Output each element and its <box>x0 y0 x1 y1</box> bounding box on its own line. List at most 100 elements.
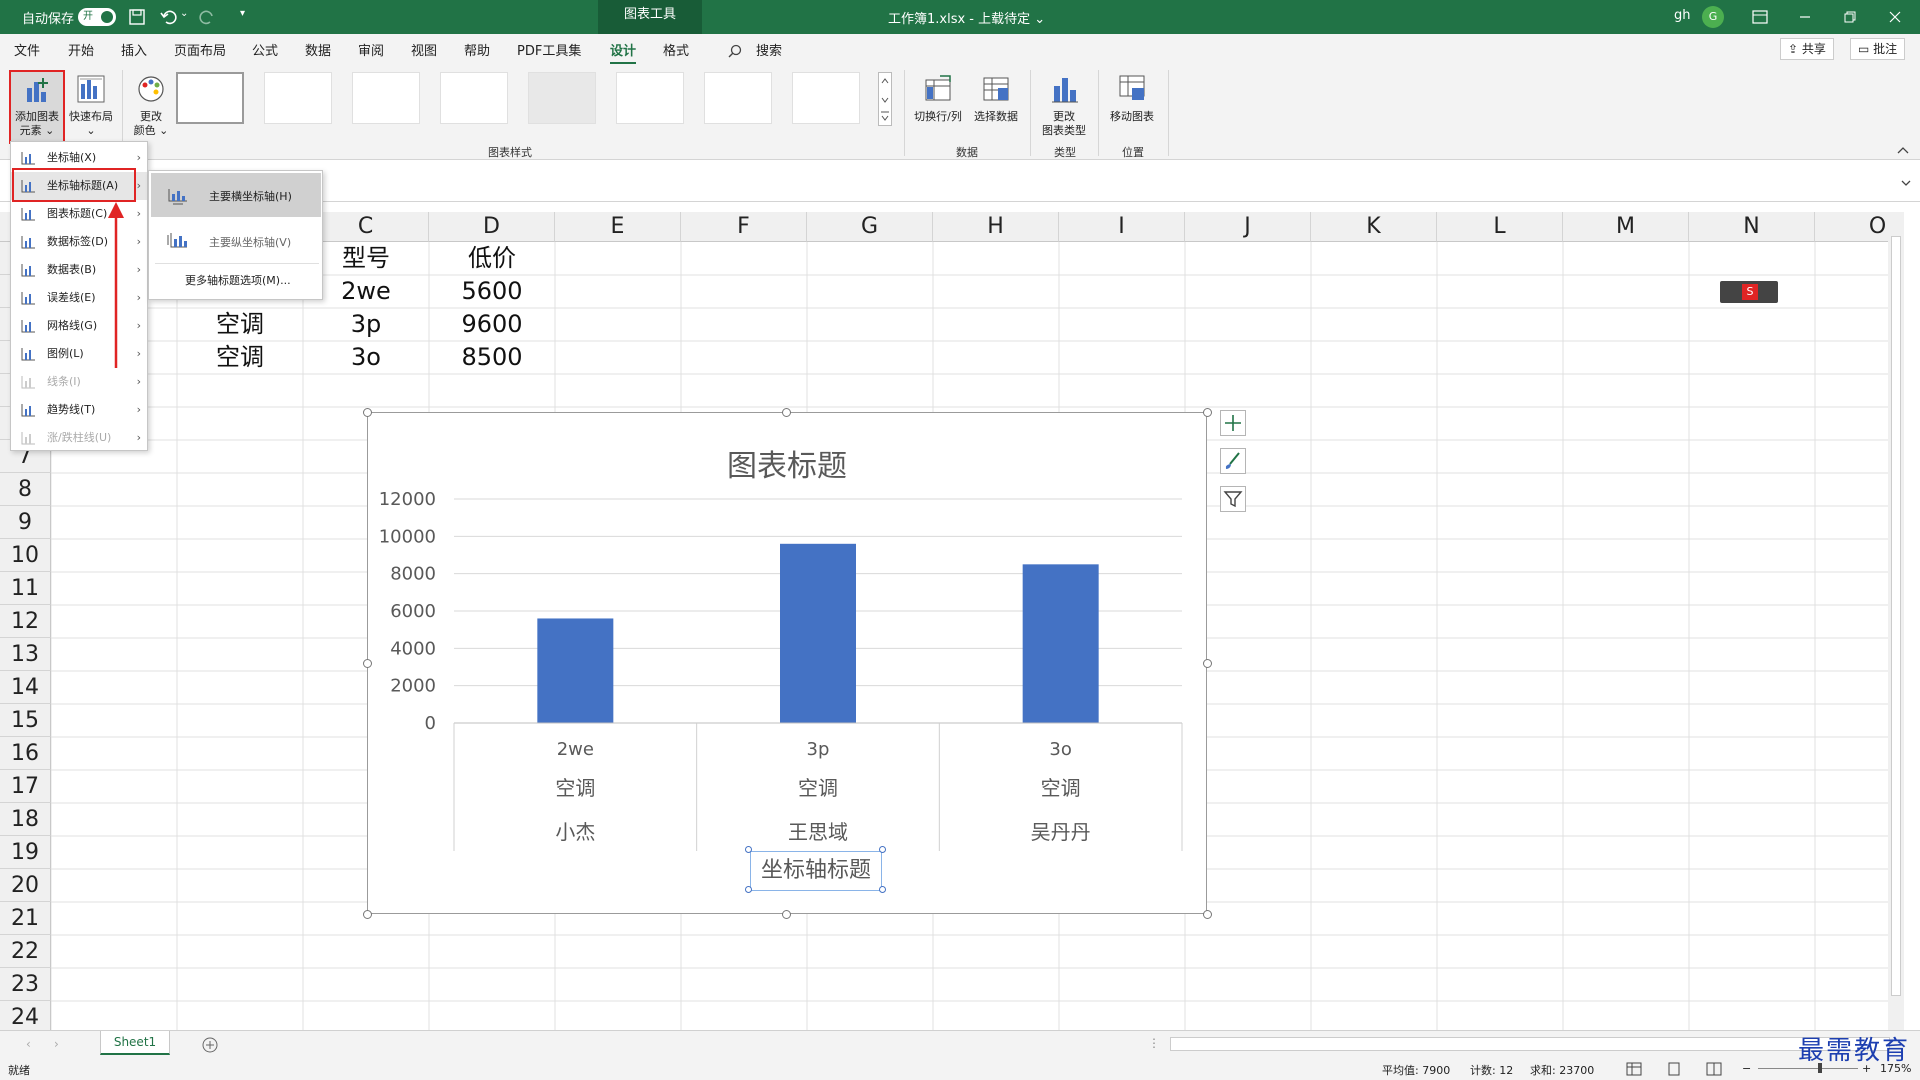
add-sheet-icon[interactable] <box>202 1037 218 1053</box>
normal-view-icon[interactable] <box>1626 1062 1642 1076</box>
change-chart-type-button[interactable]: 更改 图表类型 <box>1036 70 1092 144</box>
cell-b3[interactable]: 空调 <box>177 308 303 341</box>
menu-item-more-axis-title-options[interactable]: 更多轴标题选项(M)... <box>151 267 321 295</box>
tab-page-layout[interactable]: 页面布局 <box>174 40 226 59</box>
chart-elements-button[interactable] <box>1220 410 1246 436</box>
axis-title-handle[interactable] <box>879 886 886 893</box>
row-header-8[interactable]: 8 <box>0 473 51 506</box>
tab-help[interactable]: 帮助 <box>464 40 490 59</box>
chart-style-4[interactable] <box>440 72 508 124</box>
row-header-18[interactable]: 18 <box>0 803 51 836</box>
menu-item-9[interactable]: 趋势线(T) › <box>11 396 147 424</box>
tab-home[interactable]: 开始 <box>68 40 94 59</box>
tab-formulas[interactable]: 公式 <box>252 40 278 59</box>
column-header-g[interactable]: G <box>807 212 933 242</box>
undo-dropdown-icon[interactable]: ⌄ <box>180 8 188 19</box>
menu-item-primary-horizontal[interactable]: 主要横坐标轴(H) <box>151 173 321 217</box>
row-header-17[interactable]: 17 <box>0 770 51 803</box>
tab-pdf-tools[interactable]: PDF工具集 <box>517 40 581 59</box>
chart-style-2[interactable] <box>264 72 332 124</box>
menu-item-primary-vertical[interactable]: 主要纵坐标轴(V) <box>151 219 321 263</box>
status-count[interactable]: 计数: 12 <box>1470 1062 1513 1078</box>
row-header-16[interactable]: 16 <box>0 737 51 770</box>
column-header-h[interactable]: H <box>933 212 1059 242</box>
chart-style-8[interactable] <box>792 72 860 124</box>
move-chart-button[interactable]: 移动图表 <box>1104 70 1160 140</box>
resize-handle[interactable] <box>1203 910 1212 919</box>
gallery-scroll-icon[interactable] <box>878 72 892 126</box>
chart-style-3[interactable] <box>352 72 420 124</box>
add-chart-element-button[interactable]: 添加图表 元素 ⌄ <box>9 70 65 144</box>
row-header-23[interactable]: 23 <box>0 968 51 1001</box>
quick-layout-button[interactable]: 快速布局 ⌄ <box>66 70 116 144</box>
cell-d2[interactable]: 5600 <box>429 275 555 308</box>
page-layout-view-icon[interactable] <box>1666 1062 1682 1076</box>
chart-style-7[interactable] <box>704 72 772 124</box>
cell-d1[interactable]: 低价 <box>429 242 555 275</box>
row-header-24[interactable]: 24 <box>0 1001 51 1030</box>
column-header-j[interactable]: J <box>1185 212 1311 242</box>
column-header-n[interactable]: N <box>1689 212 1815 242</box>
chart-area[interactable]: 0 2000 4000 6000 8000 10000 12000 2we 3p 3o 空调 空调 空调… <box>367 412 1207 914</box>
column-header-f[interactable]: F <box>681 212 807 242</box>
vertical-scrollbar[interactable] <box>1888 212 1904 1030</box>
cell-d4[interactable]: 8500 <box>429 341 555 374</box>
row-header-15[interactable]: 15 <box>0 704 51 737</box>
prev-sheet-icon[interactable]: ‹ <box>26 1037 31 1051</box>
resize-handle[interactable] <box>363 408 372 417</box>
axis-title-handle[interactable] <box>745 886 752 893</box>
undo-icon[interactable] <box>160 8 178 26</box>
change-colors-button[interactable]: 更改 颜色 ⌄ <box>128 70 174 144</box>
chart-filters-button[interactable] <box>1220 486 1246 512</box>
column-header-i[interactable]: I <box>1059 212 1185 242</box>
row-header-22[interactable]: 22 <box>0 935 51 968</box>
horizontal-scrollbar[interactable] <box>1170 1037 1890 1051</box>
chart-style-6[interactable] <box>616 72 684 124</box>
row-header-21[interactable]: 21 <box>0 902 51 935</box>
switch-row-column-button[interactable]: 切换行/列 <box>910 70 966 140</box>
cell-c4[interactable]: 3o <box>303 341 429 374</box>
comments-button[interactable]: ▭ 批注 <box>1850 38 1906 60</box>
close-icon[interactable] <box>1888 10 1902 24</box>
resize-handle[interactable] <box>1203 659 1212 668</box>
zoom-slider[interactable] <box>1758 1063 1858 1073</box>
zoom-out-icon[interactable]: − <box>1742 1062 1751 1075</box>
cell-b4[interactable]: 空调 <box>177 341 303 374</box>
column-header-m[interactable]: M <box>1563 212 1689 242</box>
row-header-12[interactable]: 12 <box>0 605 51 638</box>
share-button[interactable]: ⇪ 共享 <box>1780 38 1834 60</box>
axis-title[interactable]: 坐标轴标题 <box>750 851 882 891</box>
tab-data[interactable]: 数据 <box>305 40 331 59</box>
axis-title-handle[interactable] <box>745 846 752 853</box>
cell-c3[interactable]: 3p <box>303 308 429 341</box>
column-header-l[interactable]: L <box>1437 212 1563 242</box>
row-header-9[interactable]: 9 <box>0 506 51 539</box>
column-header-k[interactable]: K <box>1311 212 1437 242</box>
next-sheet-icon[interactable]: › <box>54 1037 59 1051</box>
chart-style-1[interactable] <box>176 72 244 124</box>
resize-handle[interactable] <box>782 910 791 919</box>
column-header-d[interactable]: D <box>429 212 555 242</box>
resize-handle[interactable] <box>782 408 791 417</box>
tab-format[interactable]: 格式 <box>663 40 689 59</box>
ime-toolbar[interactable]: S <box>1720 281 1778 303</box>
axis-title-handle[interactable] <box>879 846 886 853</box>
page-break-view-icon[interactable] <box>1706 1062 1722 1076</box>
split-handle-icon[interactable]: ⋮ <box>1148 1036 1160 1050</box>
search-label[interactable]: 搜索 <box>756 40 782 59</box>
save-icon[interactable] <box>128 8 146 26</box>
collapse-ribbon-icon[interactable] <box>1896 144 1910 156</box>
autosave-toggle[interactable]: 开 <box>78 8 116 26</box>
file-title[interactable]: 工作簿1.xlsx - 上载待定 ⌄ <box>888 8 1045 27</box>
row-header-11[interactable]: 11 <box>0 572 51 605</box>
row-header-10[interactable]: 10 <box>0 539 51 572</box>
tab-review[interactable]: 审阅 <box>358 40 384 59</box>
status-average[interactable]: 平均值: 7900 <box>1382 1062 1450 1078</box>
row-header-19[interactable]: 19 <box>0 836 51 869</box>
restore-icon[interactable] <box>1843 10 1857 24</box>
minimize-icon[interactable] <box>1798 10 1812 24</box>
row-header-14[interactable]: 14 <box>0 671 51 704</box>
row-header-13[interactable]: 13 <box>0 638 51 671</box>
resize-handle[interactable] <box>363 659 372 668</box>
chart-style-5[interactable] <box>528 72 596 124</box>
